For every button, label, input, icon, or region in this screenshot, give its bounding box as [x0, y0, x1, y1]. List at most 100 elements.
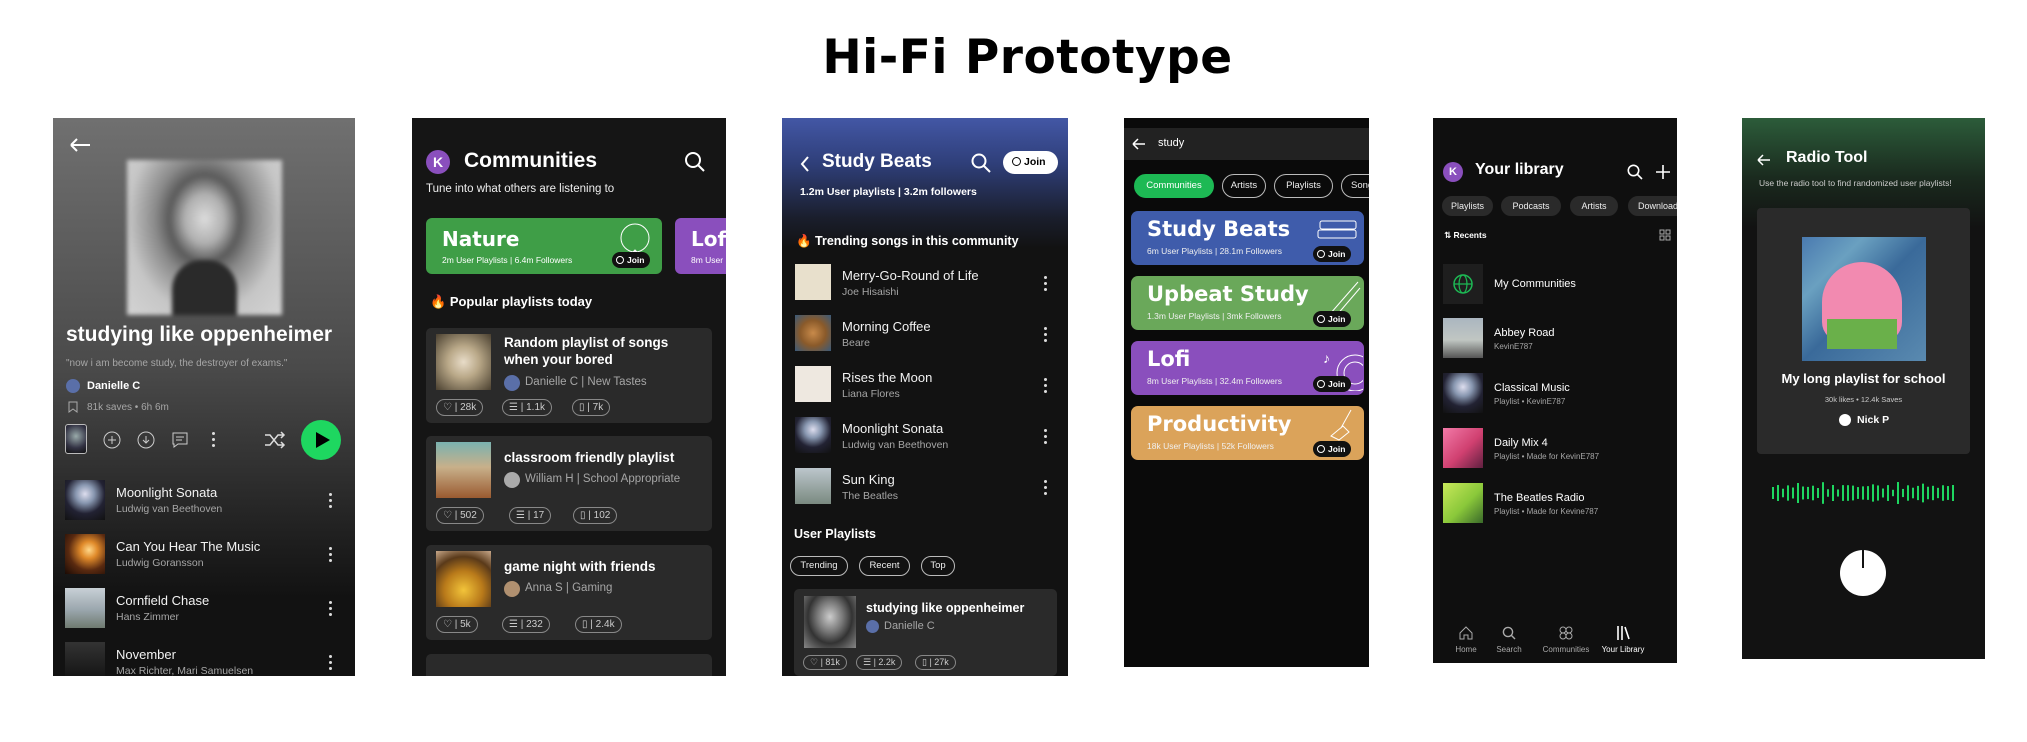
play-button[interactable] [301, 420, 341, 460]
playlist-art [436, 334, 491, 390]
chip-artists[interactable]: Artists [1222, 174, 1266, 198]
track-title[interactable]: November [116, 647, 176, 662]
result-upbeat-study[interactable]: Upbeat Study 1.3m User Playlists | 3mk F… [1131, 276, 1364, 330]
item-title[interactable]: My Communities [1494, 278, 1576, 290]
radio-title: Radio Tool [1786, 149, 1868, 166]
comments-count[interactable]: ☰ | 232 [502, 616, 550, 633]
join-button[interactable]: Join [1313, 441, 1352, 457]
filter-top[interactable]: Top [921, 556, 955, 576]
comments-count[interactable]: ☰ | 1.1k [502, 399, 553, 416]
saves-count[interactable]: ▯ | 2.4k [575, 616, 622, 633]
result-study-beats[interactable]: Study Beats 6m User Playlists | 28.1m Fo… [1131, 211, 1364, 265]
item-title[interactable]: Classical Music [1494, 382, 1570, 394]
owner-name[interactable]: Danielle C [87, 380, 140, 392]
song-options-icon[interactable] [1044, 327, 1048, 343]
playlist-card[interactable]: classroom friendly playlist William H | … [426, 436, 712, 531]
library-icon[interactable] [1616, 625, 1630, 641]
search-query[interactable]: study [1158, 137, 1184, 149]
chip-playlists[interactable]: Playlists [1442, 196, 1493, 216]
song-title[interactable]: Sun King [842, 472, 895, 487]
community-card-lofi[interactable]: Lofi 8m User [675, 218, 726, 274]
search-icon[interactable] [971, 153, 991, 173]
track-title[interactable]: Moonlight Sonata [116, 485, 217, 500]
song-options-icon[interactable] [1044, 429, 1048, 445]
chip-podcasts[interactable]: Podcasts [1501, 196, 1561, 216]
home-icon[interactable] [1459, 626, 1473, 640]
likes-count[interactable]: ♡ | 502 [436, 507, 484, 524]
join-button[interactable]: Join [1313, 246, 1352, 262]
search-icon[interactable] [1627, 164, 1643, 180]
add-icon[interactable] [103, 431, 121, 449]
shuffle-icon[interactable] [264, 431, 286, 449]
community-name: Lofi [691, 227, 726, 251]
item-title[interactable]: Daily Mix 4 [1494, 437, 1548, 449]
comment-icon[interactable] [171, 431, 189, 449]
playlist-card[interactable]: Random playlist of songs when your bored… [426, 328, 712, 423]
chip-communities[interactable]: Communities [1134, 174, 1214, 198]
song-title[interactable]: Rises the Moon [842, 370, 932, 385]
nav-search[interactable]: Search [1479, 645, 1539, 654]
search-bar[interactable]: study [1124, 128, 1369, 160]
back-arrow-icon[interactable] [1132, 138, 1146, 150]
filter-recent[interactable]: Recent [859, 556, 910, 576]
back-arrow-icon[interactable] [1757, 154, 1771, 166]
comments-count[interactable]: ☰ | 17 [509, 507, 552, 524]
song-title[interactable]: Merry-Go-Round of Life [842, 268, 979, 283]
back-chevron-icon[interactable] [800, 156, 810, 172]
item-title[interactable]: Abbey Road [1494, 327, 1555, 339]
add-icon[interactable] [1655, 164, 1671, 180]
communities-icon[interactable] [1558, 625, 1574, 641]
chip-playlists[interactable]: Playlists [1274, 174, 1333, 198]
chip-downloads[interactable]: Downloads [1628, 196, 1677, 216]
profile-avatar[interactable]: K [426, 150, 450, 174]
grid-view-icon[interactable] [1659, 229, 1671, 241]
result-lofi[interactable]: Lofi 8m User Playlists | 32.4m Followers… [1131, 341, 1364, 395]
chip-songs[interactable]: Songs [1341, 174, 1369, 198]
search-icon[interactable] [1502, 626, 1516, 640]
track-title[interactable]: Cornfield Chase [116, 593, 209, 608]
radio-card[interactable]: My long playlist for school 30k likes • … [1757, 208, 1970, 454]
playlist-card[interactable]: game night with friends Anna S | Gaming … [426, 545, 712, 640]
song-options-icon[interactable] [1044, 276, 1048, 292]
saves-count[interactable]: ▯ | 27k [915, 655, 956, 670]
search-icon[interactable] [684, 151, 706, 173]
item-title[interactable]: The Beatles Radio [1494, 492, 1585, 504]
track-options-icon[interactable] [329, 601, 333, 617]
saves-count[interactable]: ▯ | 7k [572, 399, 611, 416]
nav-your-library[interactable]: Your Library [1593, 645, 1653, 654]
track-options-icon[interactable] [329, 655, 333, 671]
screen-subtitle: Tune into what others are listening to [426, 183, 615, 195]
chip-artists[interactable]: Artists [1570, 196, 1618, 216]
track-options-icon[interactable] [329, 493, 333, 509]
more-options-icon[interactable] [212, 432, 216, 448]
saves-count[interactable]: ▯ | 102 [573, 507, 618, 524]
likes-count[interactable]: ♡ | 81k [803, 655, 847, 670]
download-icon[interactable] [137, 431, 155, 449]
song-title[interactable]: Morning Coffee [842, 319, 931, 334]
community-card-nature[interactable]: Nature 2m User Playlists | 6.4m Follower… [426, 218, 662, 274]
playlist-title: studying like oppenheimer [66, 323, 333, 346]
playlist-card[interactable] [426, 654, 712, 676]
user-playlist-card[interactable]: studying like oppenheimer Danielle C ♡ |… [794, 589, 1057, 676]
join-button[interactable]: Join [1313, 311, 1352, 327]
filter-trending[interactable]: Trending [790, 556, 848, 576]
nav-communities[interactable]: Communities [1536, 645, 1596, 654]
community-stats: 8m User Playlists | 32.4m Followers [1147, 376, 1282, 386]
track-options-icon[interactable] [329, 547, 333, 563]
join-button[interactable]: Join [612, 252, 651, 268]
likes-count[interactable]: ♡ | 5k [436, 616, 478, 633]
power-button[interactable] [1840, 550, 1886, 596]
join-button[interactable]: Join [1313, 376, 1352, 392]
playlist-cover [127, 160, 282, 315]
back-arrow-icon[interactable] [69, 138, 91, 152]
profile-avatar[interactable]: K [1443, 162, 1463, 182]
join-button[interactable]: Join [1003, 151, 1058, 174]
song-options-icon[interactable] [1044, 378, 1048, 394]
song-title[interactable]: Moonlight Sonata [842, 421, 943, 436]
comments-count[interactable]: ☰ | 2.2k [856, 655, 903, 670]
sort-control[interactable]: ⇅ Recents [1444, 230, 1487, 241]
likes-count[interactable]: ♡ | 28k [436, 399, 484, 416]
track-title[interactable]: Can You Hear The Music [116, 539, 260, 554]
result-productivity[interactable]: Productivity 18k User Playlists | 52k Fo… [1131, 406, 1364, 460]
song-options-icon[interactable] [1044, 480, 1048, 496]
